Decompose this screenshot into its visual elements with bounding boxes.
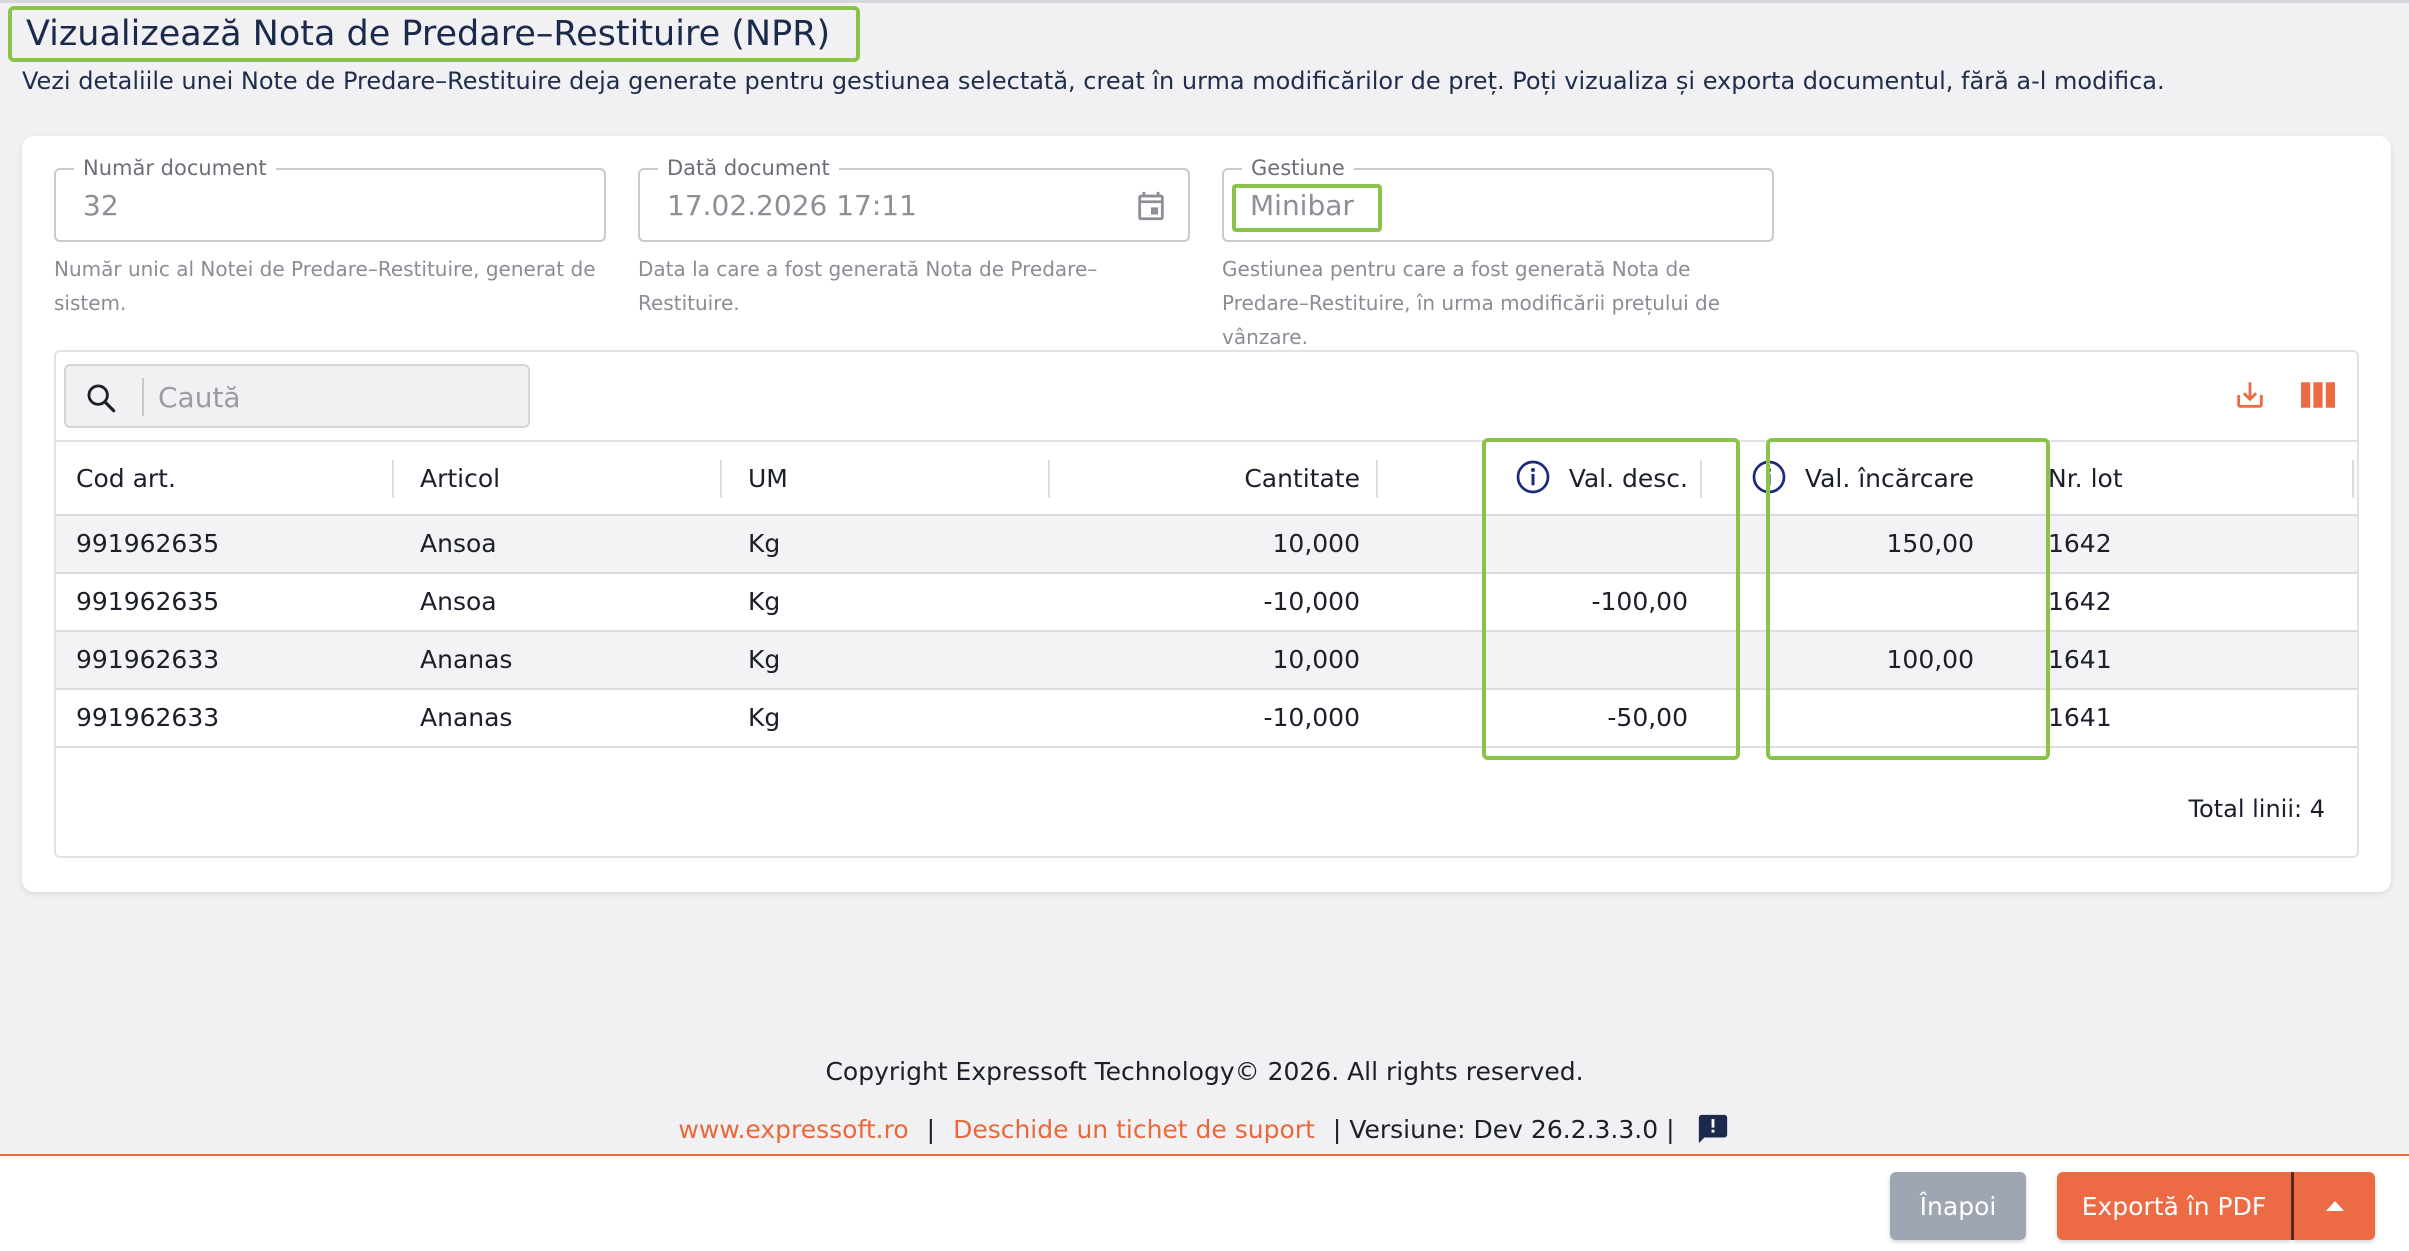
top-divider [0,0,2409,3]
cell-articol: Ananas [420,703,513,732]
cell-val-desc [1456,632,1688,688]
document-date-field: Dată document 17.02.2026 17:11 Data la c… [638,155,1190,320]
footer-separator: | [1666,1114,1675,1144]
cell-nr-lot: 1642 [2048,529,2112,558]
gestiune-field: Gestiune Minibar Gestiunea pentru care a… [1222,155,1774,354]
column-header-val-desc[interactable]: Val. desc. [1456,442,1688,516]
articles-table: Cod art. Articol UM Cantitate Val. desc. [54,350,2359,858]
cell-cod-art: 991962633 [76,703,220,732]
table-row[interactable]: 991962633 Ananas Kg 10,000 100,00 1641 [56,632,2357,690]
table-row[interactable]: 991962635 Ansoa Kg 10,000 150,00 1642 [56,516,2357,574]
document-number-input[interactable]: Număr document 32 [54,155,606,242]
caret-up-icon [2326,1201,2344,1211]
cell-cantitate: 10,000 [1272,645,1360,674]
footer-separator: | [926,1114,936,1144]
document-number-label: Număr document [74,155,276,181]
column-header-val-incarcare-label: Val. încărcare [1804,464,1974,493]
cell-val-desc [1456,516,1688,572]
cell-val-desc: -50,00 [1607,703,1688,732]
columns-icon[interactable] [2301,380,2335,410]
search-input[interactable] [158,376,518,418]
cell-um: Kg [748,587,781,616]
website-link[interactable]: www.expressoft.ro [678,1115,908,1144]
column-header-val-incarcare[interactable]: Val. încărcare [1736,442,1974,516]
column-separator[interactable] [392,460,394,498]
cell-nr-lot: 1641 [2048,645,2112,674]
gestiune-label: Gestiune [1242,155,1354,181]
cell-cantitate: 10,000 [1272,529,1360,558]
column-separator[interactable] [1048,460,1050,498]
column-separator[interactable] [720,460,722,498]
document-date-label: Dată document [658,155,839,181]
document-number-value: 32 [83,189,119,222]
cell-um: Kg [748,645,781,674]
cell-val-incarcare [1736,690,1974,746]
cell-val-incarcare: 150,00 [1886,529,1974,558]
page-subtitle: Vezi detaliile unei Note de Predare–Rest… [22,67,2165,95]
column-header-cod-art[interactable]: Cod art. [76,442,176,516]
column-separator[interactable] [1700,460,1702,498]
document-number-field: Număr document 32 Număr unic al Notei de… [54,155,606,320]
cell-val-incarcare: 100,00 [1886,645,1974,674]
cell-nr-lot: 1642 [2048,587,2112,616]
cell-cod-art: 991962635 [76,529,220,558]
download-icon[interactable] [2233,378,2267,412]
search-box[interactable] [64,364,530,428]
column-separator[interactable] [2352,460,2354,498]
cell-articol: Ansoa [420,529,497,558]
action-bar [0,1156,2409,1251]
gestiune-value: Minibar [1250,189,1354,222]
cell-articol: Ananas [420,645,513,674]
export-menu-button[interactable] [2294,1172,2375,1240]
info-icon[interactable] [1751,459,1787,495]
document-number-helper: Număr unic al Notei de Predare–Restituir… [54,257,596,315]
document-date-input[interactable]: Dată document 17.02.2026 17:11 [638,155,1190,242]
gestiune-input[interactable]: Gestiune Minibar [1222,155,1774,242]
page-title: Vizualizează Nota de Predare–Restituire … [8,6,861,62]
cell-val-incarcare [1736,574,1974,630]
column-header-um[interactable]: UM [748,442,788,516]
cell-um: Kg [748,703,781,732]
footer-separator: | [1332,1114,1342,1144]
cell-val-desc: -100,00 [1591,587,1689,616]
table-row[interactable]: 991962635 Ansoa Kg -10,000 -100,00 1642 [56,574,2357,632]
column-header-cantitate[interactable]: Cantitate [1066,442,1360,516]
cell-cantitate: -10,000 [1263,703,1361,732]
cell-nr-lot: 1641 [2048,703,2112,732]
cell-um: Kg [748,529,781,558]
info-icon[interactable] [1515,459,1551,495]
table-header: Cod art. Articol UM Cantitate Val. desc. [56,440,2357,516]
support-ticket-link[interactable]: Deschide un tichet de suport [953,1115,1315,1144]
column-header-articol[interactable]: Articol [420,442,500,516]
cell-cantitate: -10,000 [1263,587,1361,616]
column-header-nr-lot[interactable]: Nr. lot [2048,442,2123,516]
cell-articol: Ansoa [420,587,497,616]
table-row[interactable]: 991962633 Ananas Kg -10,000 -50,00 1641 [56,690,2357,748]
gestiune-helper: Gestiunea pentru care a fost generată No… [1222,257,1721,349]
version-text: Versiune: Dev 26.2.3.3.0 [1349,1114,1659,1144]
document-date-helper: Data la care a fost generată Nota de Pre… [638,257,1098,315]
calendar-icon[interactable] [1134,188,1168,224]
back-button[interactable]: Înapoi [1890,1172,2026,1240]
search-icon [87,384,116,413]
search-divider [142,378,144,416]
cell-cod-art: 991962635 [76,587,220,616]
document-date-value: 17.02.2026 17:11 [667,189,917,222]
feedback-icon[interactable] [1695,1112,1731,1146]
column-header-val-desc-label: Val. desc. [1568,464,1688,493]
footer-links: www.expressoft.ro | Deschide un tichet d… [0,1112,2409,1146]
cell-cod-art: 991962633 [76,645,220,674]
document-card: Număr document 32 Număr unic al Notei de… [22,136,2391,892]
copyright-text: Copyright Expressoft Technology© 2026. A… [825,1057,1584,1086]
column-separator[interactable] [1376,460,1378,498]
total-lines: Total linii: 4 [2188,795,2325,823]
export-pdf-button[interactable]: Exportă în PDF [2057,1172,2291,1240]
